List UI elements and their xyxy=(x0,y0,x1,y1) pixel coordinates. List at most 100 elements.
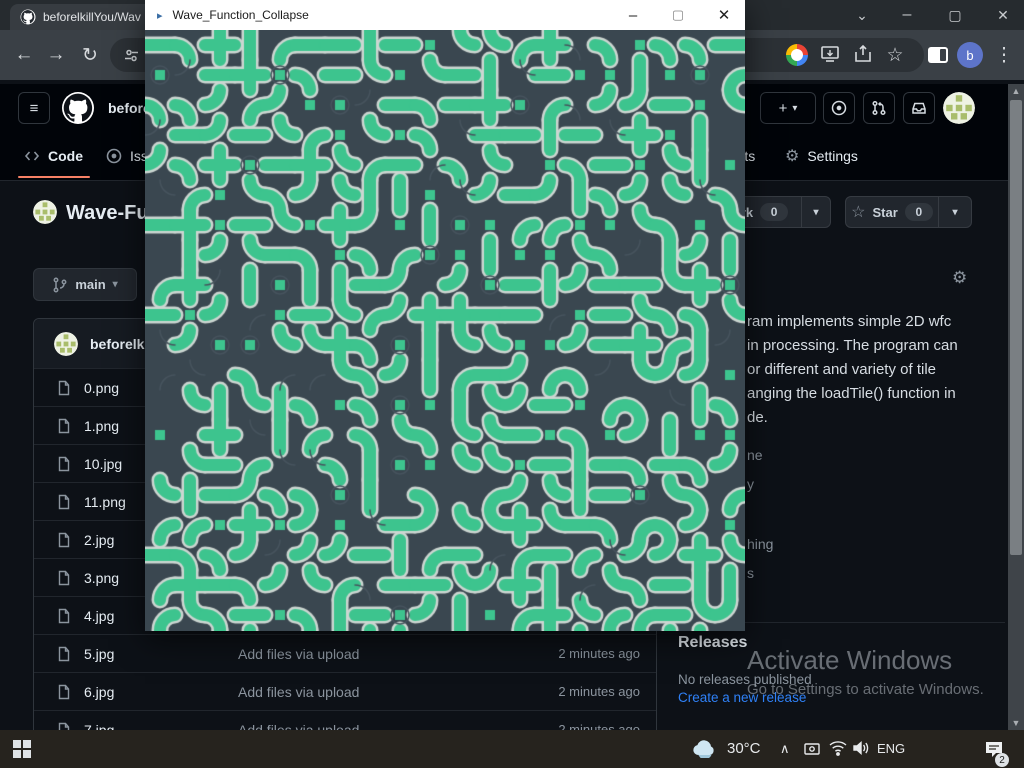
browser-minimize-button[interactable]: – xyxy=(893,4,921,26)
file-row[interactable]: 5.jpg Add files via upload 2 minutes ago xyxy=(34,635,656,673)
issues-icon-button[interactable] xyxy=(823,92,855,124)
file-icon xyxy=(56,418,72,434)
window-maximize-button[interactable]: ▢ xyxy=(662,0,694,30)
fork-dropdown-button[interactable]: ▾ xyxy=(801,196,831,228)
desktop-screen: beforelkillYou/Wav ⌄ – ▢ ✕ ← → ↻ g ☆ b ⋮… xyxy=(0,0,1024,768)
repo-title[interactable]: Wave-Fu xyxy=(66,202,149,225)
bookmark-star-icon[interactable]: ☆ xyxy=(884,44,906,67)
releases-heading[interactable]: Releases xyxy=(678,634,747,652)
install-icon[interactable] xyxy=(818,42,842,71)
branch-icon xyxy=(52,277,68,293)
commit-time: 2 minutes ago xyxy=(558,646,640,661)
file-icon xyxy=(56,380,72,396)
branch-selector[interactable]: main ▾ xyxy=(33,268,137,301)
notification-center-button[interactable]: 2 xyxy=(984,740,1004,763)
tab-code[interactable]: Code xyxy=(24,132,83,179)
create-release-link[interactable]: Create a new release xyxy=(678,690,806,705)
inbox-icon xyxy=(911,100,927,116)
pull-requests-icon-button[interactable] xyxy=(863,92,895,124)
window-title: Wave_Function_Collapse xyxy=(173,8,309,22)
scroll-up-icon[interactable]: ▲ xyxy=(1008,84,1024,98)
hamburger-menu-button[interactable]: ≡ xyxy=(18,92,50,124)
language-indicator[interactable]: ENG xyxy=(877,741,905,756)
app-icon: ▸ xyxy=(157,9,163,22)
commit-message[interactable]: Add files via upload xyxy=(238,646,359,662)
file-name[interactable]: 5.jpg xyxy=(84,646,204,662)
commit-time: 2 minutes ago xyxy=(558,684,640,699)
tab-settings-label: Settings xyxy=(807,148,858,164)
star-count: 0 xyxy=(905,203,933,221)
wfc-titlebar[interactable]: ▸ Wave_Function_Collapse – ▢ ✕ xyxy=(145,0,745,30)
releases-empty-text: No releases published xyxy=(678,672,812,687)
star-button[interactable]: ☆ Star 0 xyxy=(845,196,939,228)
browser-close-button[interactable]: ✕ xyxy=(989,4,1017,26)
commit-message[interactable]: Add files via upload xyxy=(238,684,359,700)
inbox-icon-button[interactable] xyxy=(903,92,935,124)
tray-chevron-icon[interactable]: ∧ xyxy=(780,741,790,757)
wifi-icon[interactable] xyxy=(829,740,847,761)
caret-down-icon: ▾ xyxy=(113,279,118,290)
code-icon xyxy=(24,148,40,164)
star-icon: ☆ xyxy=(851,202,865,222)
about-line: de. xyxy=(747,406,958,430)
window-minimize-button[interactable]: – xyxy=(617,0,649,30)
file-row[interactable]: 6.jpg Add files via upload 2 minutes ago xyxy=(34,673,656,711)
browser-avatar[interactable]: b xyxy=(957,42,983,68)
browser-menu-icon[interactable]: ⋮ xyxy=(996,44,1012,67)
reload-icon[interactable]: ↻ xyxy=(78,44,102,67)
site-info-icon[interactable] xyxy=(124,48,139,63)
recorder-tray-icon[interactable] xyxy=(803,740,821,763)
notification-badge: 2 xyxy=(995,753,1009,767)
about-line: ram implements simple 2D wfc xyxy=(747,310,958,334)
weather-temp[interactable]: 30°C xyxy=(727,740,761,757)
star-label: Star xyxy=(873,205,898,220)
issue-dot-icon xyxy=(831,100,847,116)
file-icon xyxy=(56,608,72,624)
scrollbar-thumb[interactable] xyxy=(1010,100,1022,555)
branch-name: main xyxy=(75,277,105,292)
side-panel-icon[interactable] xyxy=(928,47,948,63)
browser-restore-button[interactable]: ▢ xyxy=(941,4,969,26)
github-favicon xyxy=(20,9,36,25)
github-logo[interactable] xyxy=(62,92,94,124)
share-icon[interactable] xyxy=(852,43,874,70)
back-icon[interactable]: ← xyxy=(12,44,36,66)
file-name[interactable]: 6.jpg xyxy=(84,684,204,700)
about-description: ram implements simple 2D wfc in processi… xyxy=(747,310,958,430)
scroll-down-icon[interactable]: ▼ xyxy=(1008,716,1024,730)
caret-down-icon: ▾ xyxy=(792,103,797,114)
pull-request-icon xyxy=(871,100,887,116)
google-profile-icon[interactable] xyxy=(786,44,808,66)
tab-title: beforelkillYou/Wav xyxy=(43,10,141,24)
user-avatar[interactable] xyxy=(943,92,975,124)
tab-code-label: Code xyxy=(48,148,83,164)
about-line: anging the loadTile() function in xyxy=(747,382,958,406)
forward-icon[interactable]: → xyxy=(44,44,68,66)
weather-cloud-icon[interactable] xyxy=(690,738,720,763)
tab-search-chevron-icon[interactable]: ⌄ xyxy=(848,4,876,26)
commit-author-avatar xyxy=(54,332,78,356)
taskbar xyxy=(0,730,1024,768)
start-button[interactable] xyxy=(13,740,31,758)
wfc-app-window[interactable]: ▸ Wave_Function_Collapse – ▢ ✕ xyxy=(145,0,745,631)
issues-icon xyxy=(106,148,122,164)
file-icon xyxy=(56,684,72,700)
active-tab-underline xyxy=(18,176,90,178)
forks-link[interactable]: s xyxy=(747,565,754,581)
activity-link[interactable]: y xyxy=(747,476,754,492)
fork-count: 0 xyxy=(760,203,788,221)
window-close-button[interactable]: ✕ xyxy=(708,0,740,30)
volume-icon[interactable] xyxy=(852,740,870,761)
about-gear-icon[interactable]: ⚙ xyxy=(952,268,967,288)
star-dropdown-button[interactable]: ▾ xyxy=(938,196,972,228)
create-new-button[interactable]: + ▾ xyxy=(760,92,816,124)
settings-gear-icon: ⚙ xyxy=(785,146,799,166)
readme-link[interactable]: ne xyxy=(747,447,763,463)
file-icon xyxy=(56,532,72,548)
caret-down-icon: ▾ xyxy=(813,207,818,218)
tab-settings[interactable]: ⚙ Settings xyxy=(785,132,858,179)
repo-avatar xyxy=(33,200,57,224)
file-icon xyxy=(56,646,72,662)
watching-link[interactable]: hing xyxy=(747,536,773,552)
file-icon xyxy=(56,570,72,586)
